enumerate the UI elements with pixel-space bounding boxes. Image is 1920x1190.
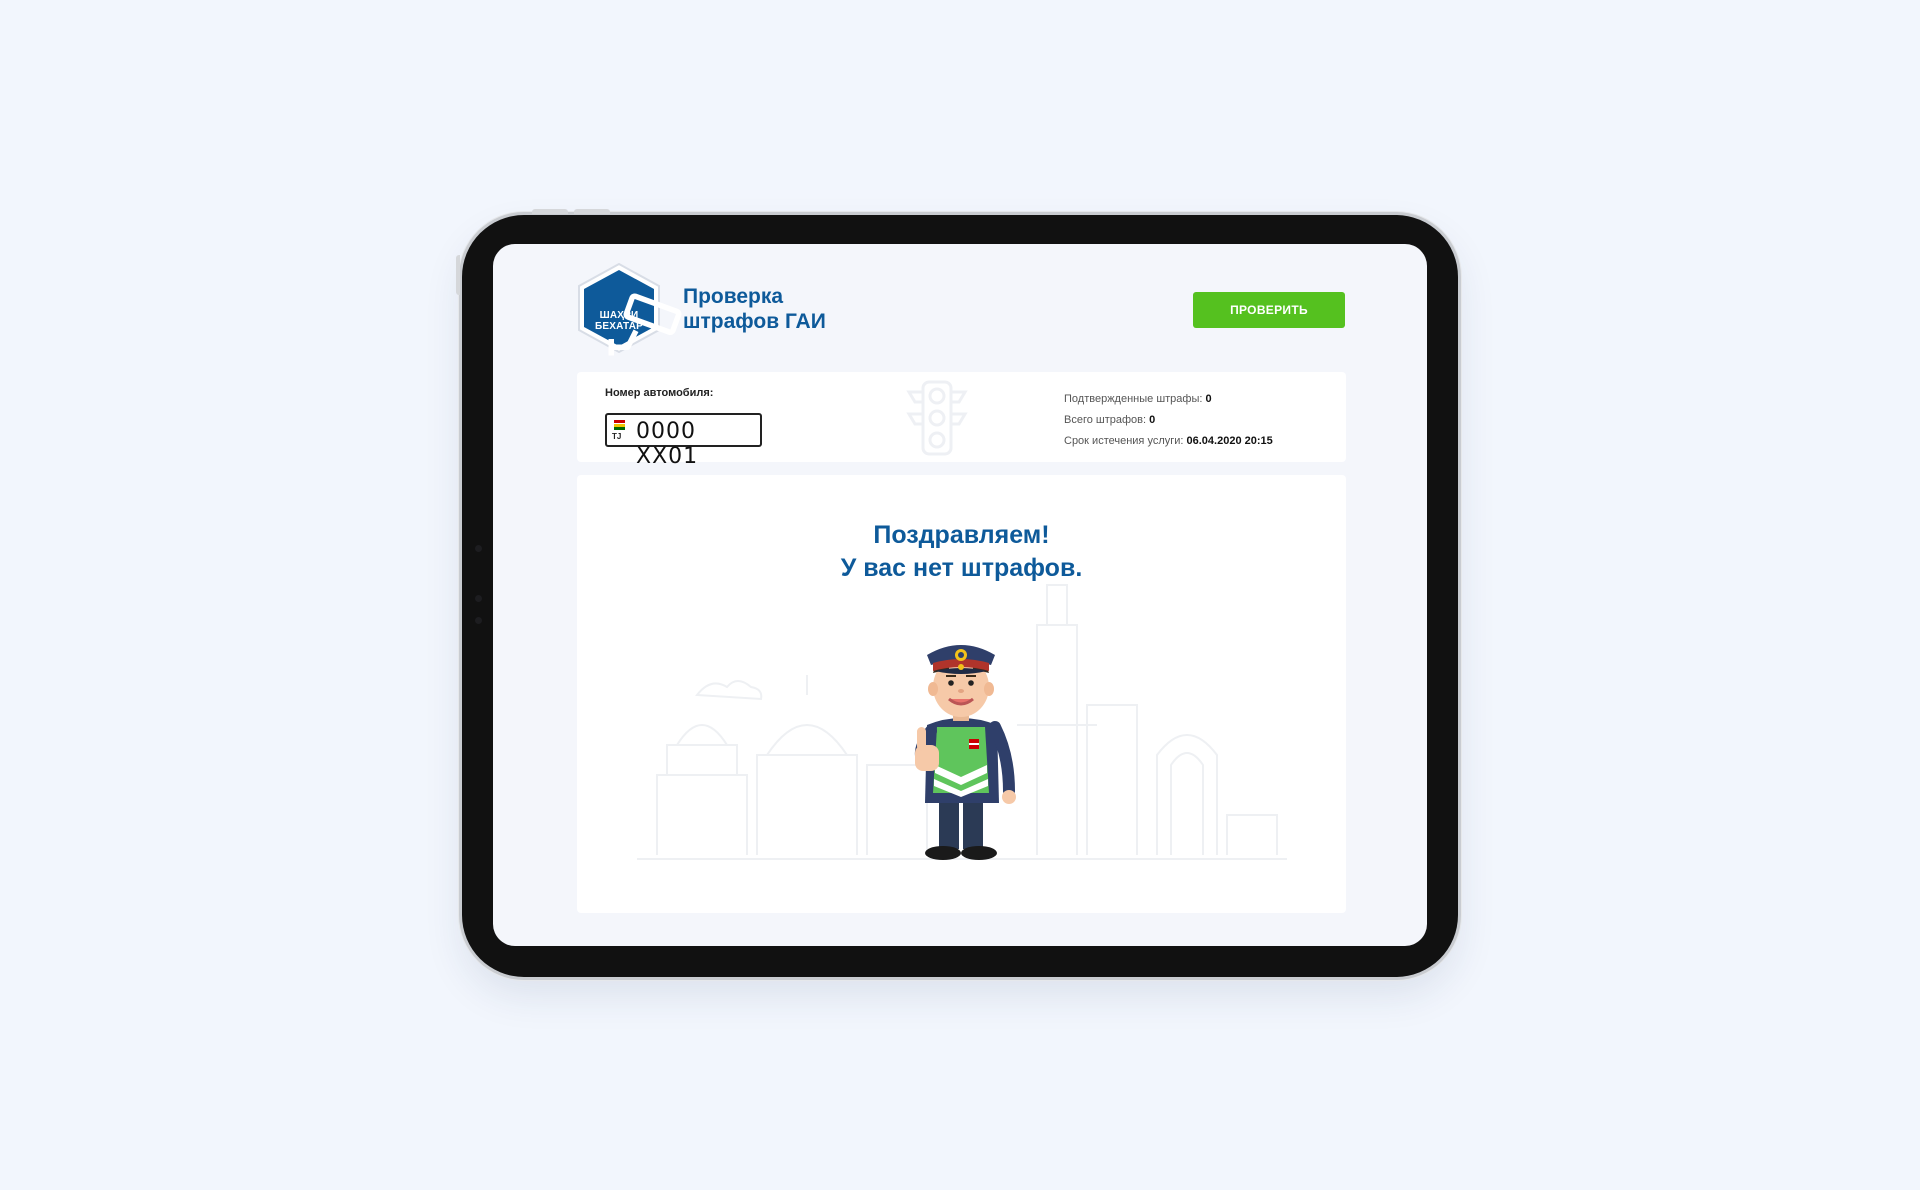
police-officer-illustration <box>915 645 1016 860</box>
tablet-sensor <box>475 617 482 624</box>
plate-label: Номер автомобиля: <box>605 387 714 399</box>
vehicle-info-panel: Номер автомобиля: TJ 0000 XX01 Подтвержд… <box>577 372 1346 469</box>
app-screen: ШАҲРИ БЕХАТАР Проверка штрафов ГАИ ПРОВЕ… <box>493 244 1427 946</box>
page-title-line1: Проверка <box>683 285 784 308</box>
license-plate: TJ 0000 XX01 <box>605 413 762 469</box>
page-title-line2: штрафов ГАИ <box>683 310 826 333</box>
stat-value: 0 <box>1149 414 1156 426</box>
stat-label: Всего штрафов: <box>1064 414 1150 426</box>
result-card: Поздравляем! У вас нет штрафов. <box>577 475 1346 913</box>
header: ШАҲРИ БЕХАТАР Проверка штрафов ГАИ ПРОВЕ… <box>575 262 1345 356</box>
stat-service-expiry: Срок истечения услуги: 06.04.2020 20:15 <box>1064 431 1273 452</box>
stat-value: 0 <box>1205 393 1212 405</box>
tablet-sensor <box>475 545 482 552</box>
logo[interactable]: ШАҲРИ БЕХАТАР <box>575 262 682 356</box>
tablet-side-button <box>456 255 460 295</box>
result-message: Поздравляем! У вас нет штрафов. <box>577 519 1346 585</box>
tablet-frame: ШАҲРИ БЕХАТАР Проверка штрафов ГАИ ПРОВЕ… <box>456 209 1458 977</box>
fines-stats: Подтвержденные штрафы: 0 Всего штрафов: … <box>1064 389 1273 452</box>
tablet-top-button <box>574 209 610 214</box>
plate-number: 0000 XX01 <box>636 419 699 469</box>
traffic-light-icon <box>906 380 968 456</box>
tajikistan-flag-icon <box>614 420 625 430</box>
result-message-line1: Поздравляем! <box>873 521 1050 549</box>
page-title: Проверка штрафов ГАИ <box>683 284 826 334</box>
check-button[interactable]: ПРОВЕРИТЬ <box>1193 292 1345 328</box>
tablet-top-button <box>532 209 568 214</box>
result-message-line2: У вас нет штрафов. <box>840 554 1083 582</box>
tablet-sensor <box>475 595 482 602</box>
logo-text-line1: ШАҲРИ <box>599 310 639 321</box>
logo-text-line2: БЕХАТАР <box>594 321 644 332</box>
stat-label: Подтвержденные штрафы: <box>1064 393 1206 405</box>
stat-label: Срок истечения услуги: <box>1064 435 1187 447</box>
plate-country-code: TJ <box>612 432 622 441</box>
stat-total-fines: Всего штрафов: 0 <box>1064 410 1273 431</box>
stat-confirmed-fines: Подтвержденные штрафы: 0 <box>1064 389 1273 410</box>
stat-value: 06.04.2020 20:15 <box>1186 435 1273 447</box>
